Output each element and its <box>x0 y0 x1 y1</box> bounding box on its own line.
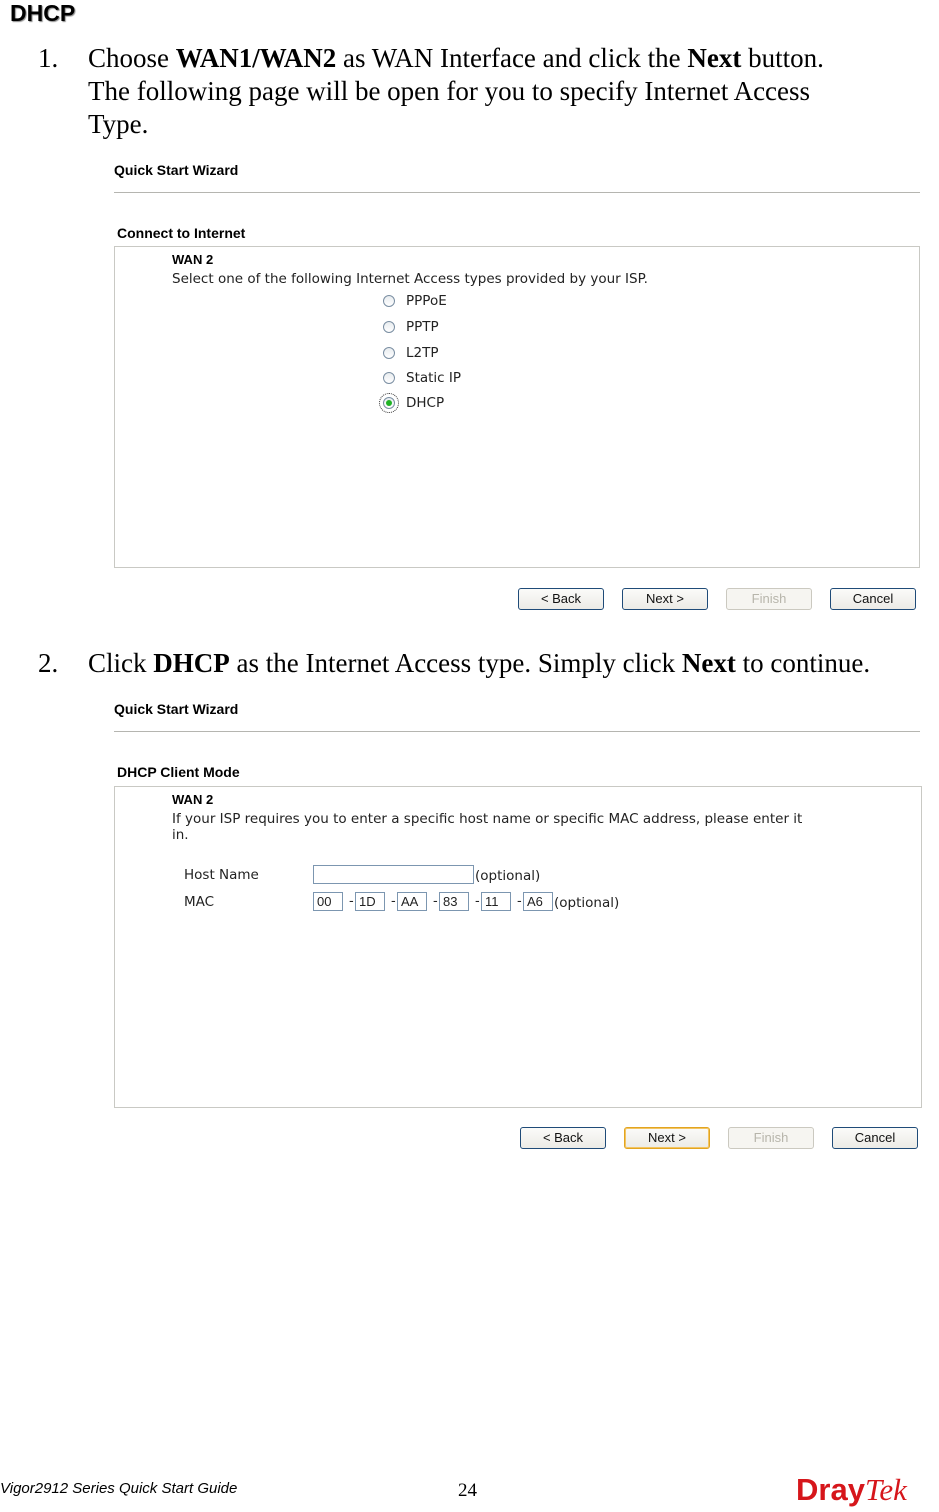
radio-label: Static IP <box>406 370 462 386</box>
cancel-button[interactable]: Cancel <box>832 1127 918 1149</box>
divider <box>114 192 920 193</box>
wizard-dhcp-client-mode: Quick Start Wizard DHCP Client Mode WAN … <box>114 701 922 1151</box>
radio-button[interactable] <box>383 372 395 384</box>
mac-label: MAC <box>184 894 215 910</box>
radio-option-pppoe[interactable]: PPPoE <box>383 290 447 312</box>
next-button[interactable]: Next > <box>622 588 708 610</box>
step-number: 2. <box>38 648 59 678</box>
mac-separator: - <box>391 894 396 909</box>
wizard-title: Quick Start Wizard <box>114 162 239 178</box>
mac-octet-6-input[interactable] <box>523 892 553 911</box>
step-text-line2: The following page will be open for you … <box>88 76 811 106</box>
radio-button[interactable] <box>383 321 395 333</box>
footer-guide-title: Vigor2912 Series Quick Start Guide <box>0 1480 238 1497</box>
step-text: Click DHCP as the Internet Access type. … <box>88 648 871 678</box>
radio-option-l2tp[interactable]: L2TP <box>383 342 439 364</box>
mac-separator: - <box>433 894 438 909</box>
wan-label: WAN 2 <box>172 252 214 267</box>
mac-separator: - <box>517 894 522 909</box>
wizard-description: Select one of the following Internet Acc… <box>172 271 648 287</box>
finish-button: Finish <box>726 588 812 610</box>
host-name-input[interactable] <box>313 865 474 884</box>
section-heading: DHCP <box>10 0 76 26</box>
mac-octet-3-input[interactable] <box>397 892 427 911</box>
cancel-button[interactable]: Cancel <box>830 588 916 610</box>
radio-option-dhcp[interactable]: DHCP <box>379 392 445 414</box>
next-button[interactable]: Next > <box>624 1127 710 1149</box>
mac-octet-4-input[interactable] <box>439 892 469 911</box>
mac-separator: - <box>349 894 354 909</box>
host-name-label: Host Name <box>184 867 259 883</box>
mac-separator: - <box>475 894 480 909</box>
divider <box>114 731 920 732</box>
page-number: 24 <box>458 1480 477 1501</box>
back-button[interactable]: < Back <box>520 1127 606 1149</box>
radio-label: L2TP <box>406 345 439 361</box>
radio-button-selected[interactable] <box>379 393 399 413</box>
step-number: 1. <box>38 43 59 73</box>
mac-optional-note: (optional) <box>554 895 620 911</box>
host-name-optional-note: (optional) <box>475 868 541 884</box>
logo-text-dray: Dray <box>796 1472 865 1507</box>
step-text-line1: Choose WAN1/WAN2 as WAN Interface and cl… <box>88 43 824 73</box>
wizard-description-line2: in. <box>172 827 189 843</box>
wizard-connect-to-internet: Quick Start Wizard Connect to Internet W… <box>114 162 920 612</box>
wan-label: WAN 2 <box>172 792 214 807</box>
wizard-panel: WAN 2 If your ISP requires you to enter … <box>114 786 922 1108</box>
wizard-description-line1: If your ISP requires you to enter a spec… <box>172 811 803 827</box>
logo-text-tek: Tek <box>864 1472 907 1507</box>
radio-option-pptp[interactable]: PPTP <box>383 316 439 338</box>
radio-button[interactable] <box>383 347 395 359</box>
mac-octet-5-input[interactable] <box>481 892 511 911</box>
wizard-subtitle: DHCP Client Mode <box>117 764 240 780</box>
mac-octet-1-input[interactable] <box>313 892 343 911</box>
wizard-panel: WAN 2 Select one of the following Intern… <box>114 246 920 568</box>
radio-label: PPTP <box>406 319 439 335</box>
wizard-subtitle: Connect to Internet <box>117 225 246 241</box>
radio-button[interactable] <box>383 295 395 307</box>
draytek-logo: DrayTek <box>796 1472 907 1508</box>
radio-label: PPPoE <box>406 293 447 309</box>
radio-label: DHCP <box>406 395 445 411</box>
step-text-line3: Type. <box>88 109 149 139</box>
radio-option-static-ip[interactable]: Static IP <box>383 367 461 389</box>
back-button[interactable]: < Back <box>518 588 604 610</box>
wizard-title: Quick Start Wizard <box>114 701 239 717</box>
finish-button: Finish <box>728 1127 814 1149</box>
mac-octet-2-input[interactable] <box>355 892 385 911</box>
